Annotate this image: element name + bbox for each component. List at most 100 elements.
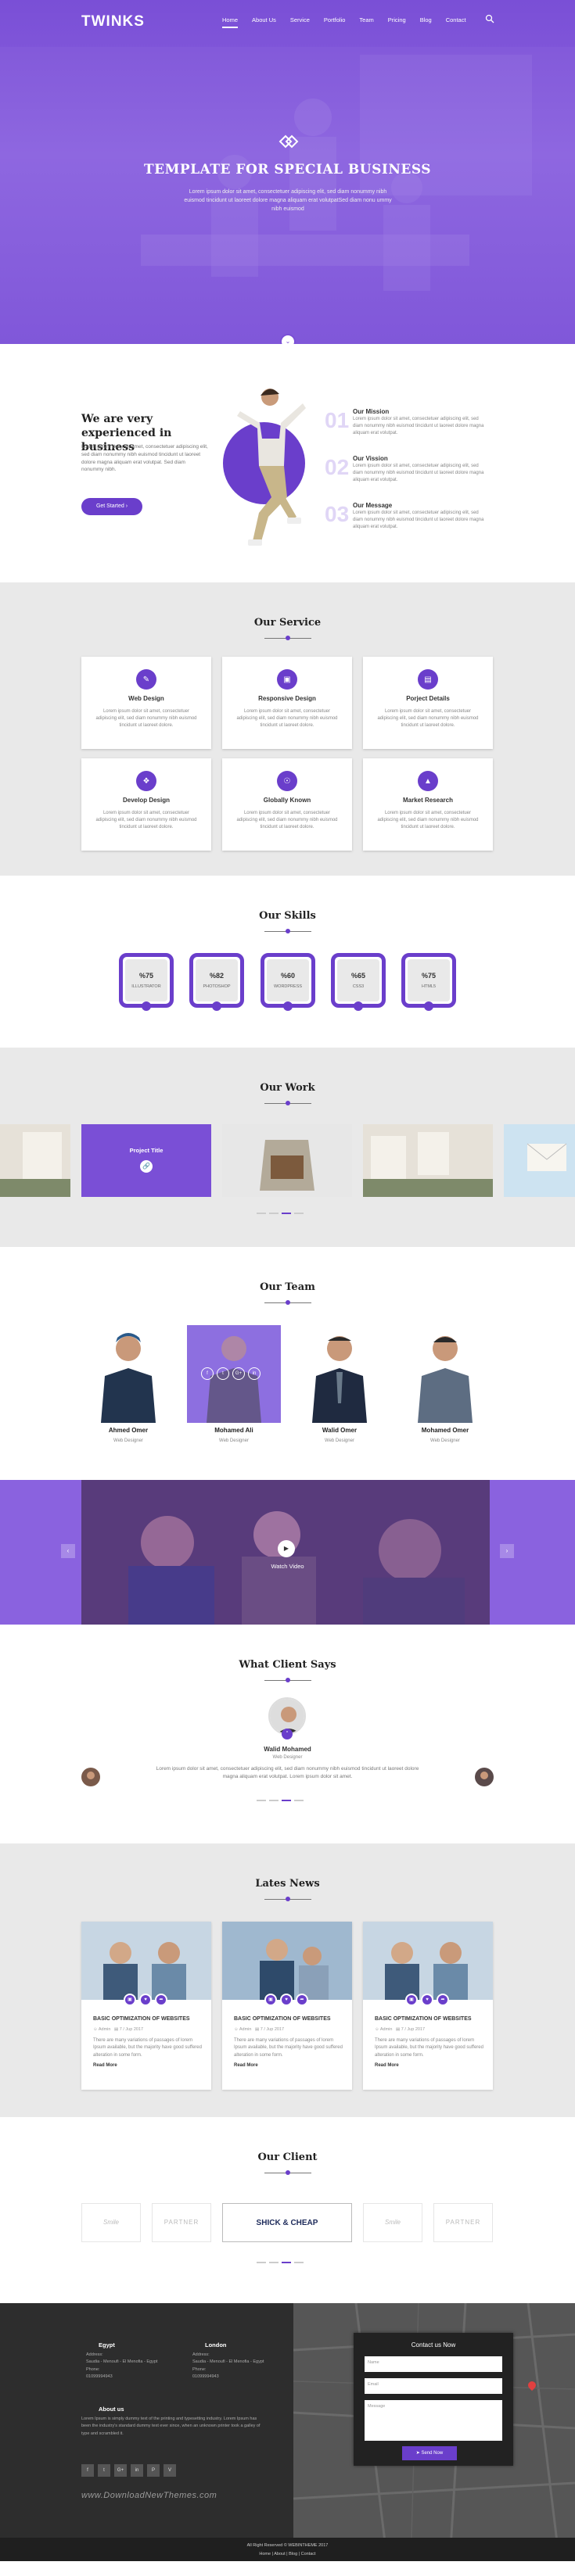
client-logo-featured[interactable]: SHICK & CHEAP xyxy=(222,2203,352,2242)
divider xyxy=(264,927,311,935)
play-button[interactable]: ▶ xyxy=(278,1540,295,1557)
egypt-title: Egypt xyxy=(99,2341,115,2348)
facebook-icon[interactable]: f xyxy=(201,1367,214,1380)
news-card[interactable]: ▣ ♥ ➦ BASIC OPTIMIZATION OF WEBSITES ☺ Adm… xyxy=(222,1922,352,2090)
egypt-info: Address: Saudia - Menoufi - El Menofia -… xyxy=(86,2352,158,2380)
nav-home[interactable]: Home xyxy=(222,16,239,29)
team-member[interactable]: Ahmed Omer Web Designer xyxy=(81,1325,175,1445)
team-member[interactable]: Mohamed Omer Web Designer xyxy=(398,1325,492,1445)
read-more-link[interactable]: Read More xyxy=(234,2062,258,2069)
next-arrow-button[interactable]: › xyxy=(500,1544,514,1558)
service-card[interactable]: ▣ Responsive Design Lorem ipsum dolor sit … xyxy=(222,657,352,749)
client-logo[interactable]: Smile xyxy=(363,2203,422,2242)
services-section: Our Service ✎ Web Design Lorem ipsum dolor… xyxy=(0,582,575,876)
heart-icon[interactable]: ♥ xyxy=(280,1994,293,2006)
image-icon[interactable]: ▣ xyxy=(264,1994,277,2006)
member-photo xyxy=(81,1325,175,1423)
name-field[interactable]: Name xyxy=(365,2356,502,2372)
link-icon[interactable]: 🔗 xyxy=(140,1160,153,1173)
service-card[interactable]: ❖ Develop Design Lorem ipsum dolor sit ame… xyxy=(81,758,211,851)
quote-icon: “ xyxy=(282,1729,293,1739)
about-us-text: Lorem Ipsum is simply dummy text of the … xyxy=(81,2417,261,2436)
section-title: Our Client xyxy=(257,2151,318,2163)
nav-pricing[interactable]: Pricing xyxy=(388,16,406,24)
twitter-icon[interactable]: t xyxy=(98,2464,110,2477)
skill-item: %75 HTML5 xyxy=(401,953,456,1011)
feature-message: 03 Our Message Lorem ipsum dolor sit ame… xyxy=(325,502,484,529)
hero-section: TWINKS Home About Us Service Portfolio T… xyxy=(0,0,575,344)
service-card[interactable]: ✎ Web Design Lorem ipsum dolor sit amet, c… xyxy=(81,657,211,749)
feature-mission: 01 Our Mission Lorem ipsum dolor sit ame… xyxy=(325,408,484,435)
member-photo: f t G+ in xyxy=(187,1325,281,1423)
news-image xyxy=(222,1922,352,2000)
portfolio-item[interactable] xyxy=(504,1124,575,1197)
footer-social: f t G+ in P V xyxy=(81,2464,176,2477)
nav-about[interactable]: About Us xyxy=(252,16,276,24)
heart-icon[interactable]: ♥ xyxy=(421,1994,433,2006)
divider xyxy=(264,1895,311,1903)
service-card[interactable]: ▤ Porject Details Lorem ipsum dolor sit am… xyxy=(363,657,493,749)
get-started-button[interactable]: Get Started › xyxy=(81,498,142,515)
client-logo[interactable]: PARTNER xyxy=(152,2203,211,2242)
scroll-down-button[interactable]: ⌄ xyxy=(280,334,296,344)
message-field[interactable]: Message xyxy=(365,2400,502,2441)
client-logo[interactable]: PARTNER xyxy=(433,2203,493,2242)
share-icon[interactable]: ➦ xyxy=(296,1994,308,2006)
team-member-active[interactable]: f t G+ in Mohamed Ali Web Designer xyxy=(187,1325,281,1445)
image-icon[interactable]: ▣ xyxy=(405,1994,418,2006)
chart-icon: ▲ xyxy=(418,771,438,791)
linkedin-icon[interactable]: in xyxy=(131,2464,143,2477)
portfolio-item[interactable] xyxy=(363,1124,493,1197)
section-title: Our Skills xyxy=(259,910,316,922)
divider xyxy=(264,1299,311,1306)
nav-contact[interactable]: Contact xyxy=(446,16,466,24)
chevron-left-icon: ‹ xyxy=(66,1547,70,1554)
facebook-icon[interactable]: f xyxy=(81,2464,94,2477)
news-card[interactable]: ▣ ♥ ➦ BASIC OPTIMIZATION OF WEBSITES ☺ Adm… xyxy=(81,1922,211,2090)
nav-portfolio[interactable]: Portfolio xyxy=(324,16,346,24)
read-more-link[interactable]: Read More xyxy=(375,2062,399,2069)
brand-logo[interactable]: TWINKS xyxy=(81,11,145,34)
team-member[interactable]: Walid Omer Web Designer xyxy=(293,1325,386,1445)
section-title: Lates News xyxy=(255,1878,320,1890)
next-client-avatar[interactable] xyxy=(475,1768,494,1786)
search-icon[interactable] xyxy=(485,14,494,23)
news-meta: ☺ Admin ▤ 7 / Jup 2017 xyxy=(93,2027,144,2032)
team-section: Our Team Ahmed Omer Web Designer f t G+ … xyxy=(0,1247,575,1480)
prev-arrow-button[interactable]: ‹ xyxy=(61,1544,75,1558)
google-plus-icon[interactable]: G+ xyxy=(232,1367,245,1380)
nav-team[interactable]: Team xyxy=(359,16,373,24)
email-field[interactable]: Email xyxy=(365,2378,502,2394)
heart-icon[interactable]: ♥ xyxy=(139,1994,152,2006)
carousel-dots xyxy=(257,1213,304,1214)
nav-service[interactable]: Service xyxy=(290,16,310,24)
document-icon: ▤ xyxy=(418,669,438,690)
client-logo[interactable]: Smile xyxy=(81,2203,141,2242)
portfolio-item[interactable] xyxy=(0,1124,70,1197)
google-plus-icon[interactable]: G+ xyxy=(114,2464,127,2477)
portfolio-item-active[interactable]: Project Title 🔗 xyxy=(81,1124,211,1197)
news-card[interactable]: ▣ ♥ ➦ BASIC OPTIMIZATION OF WEBSITES ☺ Adm… xyxy=(363,1922,493,2090)
carousel-dots xyxy=(257,1800,304,1801)
share-icon[interactable]: ➦ xyxy=(155,1994,167,2006)
client-name: Walid Mohamed xyxy=(264,1746,311,1753)
send-now-button[interactable]: ➤ Send Now xyxy=(402,2446,457,2460)
read-more-link[interactable]: Read More xyxy=(93,2062,117,2069)
member-social: f t G+ in xyxy=(201,1367,261,1380)
service-card[interactable]: ☉ Globally Known Lorem ipsum dolor sit ame… xyxy=(222,758,352,851)
hero-subtitle: Lorem ipsum dolor sit amet, consectetuer… xyxy=(184,189,392,213)
share-icon[interactable]: ➦ xyxy=(437,1994,449,2006)
news-meta: ☺ Admin ▤ 7 / Jup 2017 xyxy=(375,2027,426,2032)
linkedin-icon[interactable]: in xyxy=(248,1367,261,1380)
pinterest-icon[interactable]: P xyxy=(147,2464,160,2477)
news-actions: ▣ ♥ ➦ xyxy=(124,1994,167,2006)
service-card[interactable]: ▲ Market Research Lorem ipsum dolor sit am… xyxy=(363,758,493,851)
portfolio-item[interactable] xyxy=(222,1124,352,1197)
section-title: Our Work xyxy=(260,1082,315,1094)
footer-links[interactable]: Home | About | Blog | Contact xyxy=(0,2551,575,2557)
image-icon[interactable]: ▣ xyxy=(124,1994,136,2006)
twitter-icon[interactable]: t xyxy=(217,1367,229,1380)
prev-client-avatar[interactable] xyxy=(81,1768,100,1786)
vimeo-icon[interactable]: V xyxy=(164,2464,176,2477)
nav-blog[interactable]: Blog xyxy=(420,16,432,24)
